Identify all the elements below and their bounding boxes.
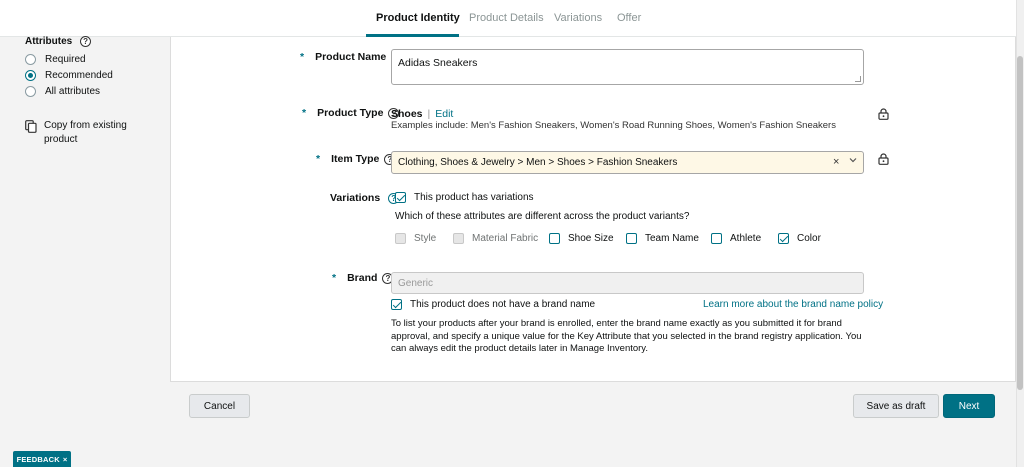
copy-from-existing-label: Copy from existing product: [44, 120, 127, 145]
product-type-edit-link[interactable]: Edit: [435, 108, 453, 120]
copy-icon: [25, 120, 37, 133]
variation-attribute-shoe-size[interactable]: Shoe Size: [549, 233, 614, 244]
lock-icon: [878, 108, 889, 120]
has-variations-checkbox[interactable]: [395, 192, 406, 203]
feedback-label: FEEDBACK: [16, 454, 60, 464]
copy-from-existing-link[interactable]: Copy from existing product: [25, 119, 135, 147]
product-name-label: * Product Name ?: [300, 51, 403, 63]
attribute-checkbox: [453, 233, 464, 244]
tab-offer[interactable]: Offer: [617, 12, 641, 24]
no-brand-label: This product does not have a brand name: [410, 299, 596, 310]
variation-attribute-athlete[interactable]: Athlete: [711, 233, 761, 244]
variations-label: Variations ?: [330, 192, 400, 204]
brand-info-text: To list your products after your brand i…: [391, 318, 862, 354]
variation-attribute-style: Style: [395, 233, 436, 244]
variation-attribute-color[interactable]: Color: [778, 233, 821, 244]
product-type-examples: Examples include: Men's Fashion Sneakers…: [391, 120, 836, 131]
attribute-label: Color: [797, 233, 821, 244]
no-brand-checkbox[interactable]: [391, 299, 402, 310]
radio-required[interactable]: [25, 53, 36, 65]
filter-option-label: All attributes: [45, 85, 101, 97]
clear-icon[interactable]: ×: [833, 156, 839, 168]
filter-option-label: Recommended: [45, 69, 113, 81]
scrollbar-thumb[interactable]: [1017, 56, 1023, 390]
variations-label-text: Variations: [330, 192, 381, 204]
attribute-label: Shoe Size: [568, 233, 614, 244]
item-type-value: Clothing, Shoes & Jewelry > Men > Shoes …: [398, 157, 678, 168]
required-marker: *: [302, 107, 307, 119]
product-type-name: Shoes: [391, 108, 423, 120]
filter-option-all[interactable]: All attributes: [25, 84, 100, 98]
attribute-checkbox[interactable]: [711, 233, 722, 244]
attributes-label: Attributes: [25, 36, 73, 47]
save-draft-button[interactable]: Save as draft: [853, 394, 939, 418]
product-name-value: Adidas Sneakers: [398, 57, 478, 69]
tab-product-details[interactable]: Product Details: [469, 12, 544, 24]
separator: |: [427, 108, 431, 120]
product-type-value: Shoes | Edit: [391, 108, 453, 120]
radio-all-attributes[interactable]: [25, 85, 36, 97]
tab-product-identity[interactable]: Product Identity: [376, 12, 460, 24]
attribute-label: Style: [414, 233, 437, 244]
variations-question: Which of these attributes are different …: [395, 211, 690, 222]
no-brand-option[interactable]: This product does not have a brand name: [391, 299, 595, 310]
next-button[interactable]: Next: [943, 394, 995, 418]
attribute-label: Athlete: [730, 233, 762, 244]
chevron-down-icon[interactable]: [849, 156, 857, 164]
item-type-select[interactable]: Clothing, Shoes & Jewelry > Men > Shoes …: [391, 151, 864, 174]
brand-policy-link[interactable]: Learn more about the brand name policy: [703, 299, 883, 310]
product-name-input[interactable]: Adidas Sneakers: [391, 49, 864, 85]
item-type-label: * Item Type ?: [316, 153, 396, 165]
cancel-button[interactable]: Cancel: [189, 394, 250, 418]
help-icon[interactable]: ?: [80, 36, 92, 47]
has-variations-label: This product has variations: [414, 192, 534, 203]
resize-handle-icon[interactable]: [855, 76, 861, 82]
brand-label: * Brand ?: [332, 272, 394, 284]
brand-placeholder: Generic: [398, 278, 434, 289]
required-marker: *: [332, 272, 337, 284]
tab-variations[interactable]: Variations: [554, 12, 602, 24]
product-type-label: * Product Type ?: [302, 107, 400, 119]
attribute-label: Material Fabric: [472, 233, 539, 244]
attribute-checkbox: [395, 233, 406, 244]
feedback-tab[interactable]: FEEDBACK ×: [13, 451, 71, 467]
product-name-label-text: Product Name: [315, 51, 387, 63]
filter-option-label: Required: [45, 53, 86, 65]
brand-label-text: Brand: [347, 272, 378, 284]
attribute-label: Team Name: [645, 233, 699, 244]
lock-icon: [878, 153, 889, 165]
has-variations-option[interactable]: This product has variations: [395, 192, 534, 203]
variation-attribute-team-name[interactable]: Team Name: [626, 233, 699, 244]
filter-option-recommended[interactable]: Recommended: [25, 68, 113, 82]
brand-input[interactable]: Generic: [391, 272, 864, 294]
required-marker: *: [316, 153, 321, 165]
required-marker: *: [300, 51, 305, 63]
item-type-label-text: Item Type: [331, 153, 380, 165]
attribute-checkbox[interactable]: [626, 233, 637, 244]
close-icon[interactable]: ×: [63, 455, 68, 464]
variation-attribute-material-fabric: Material Fabric: [453, 233, 538, 244]
product-type-label-text: Product Type: [317, 107, 384, 119]
radio-recommended[interactable]: [25, 69, 36, 81]
attribute-checkbox[interactable]: [778, 233, 789, 244]
attributes-filter-title: Attributes ?: [25, 36, 92, 47]
attribute-checkbox[interactable]: [549, 233, 560, 244]
filter-option-required[interactable]: Required: [25, 52, 86, 66]
